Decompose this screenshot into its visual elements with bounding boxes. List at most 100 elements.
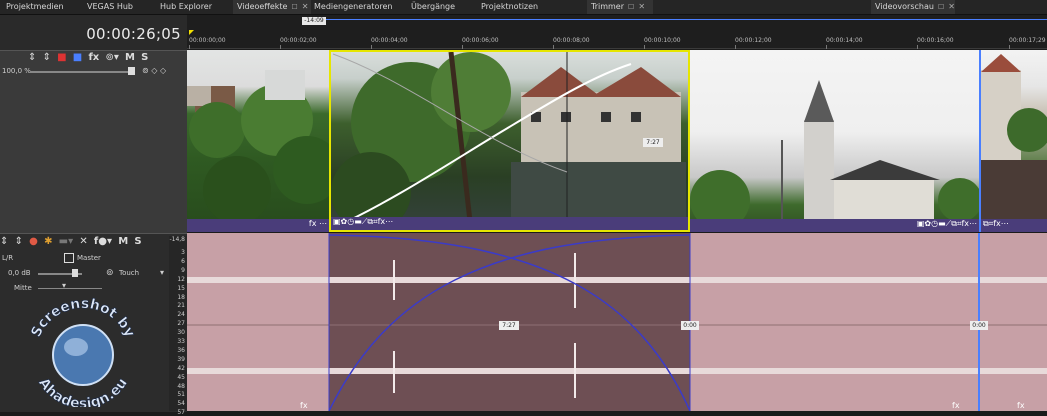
float-window-icon[interactable]: ☐ bbox=[291, 3, 297, 11]
video-clip-4[interactable]: ⧉⌗fx⋯ bbox=[979, 50, 1047, 232]
fx-icon[interactable]: f●▾ bbox=[94, 236, 112, 247]
ruler-tick-mark bbox=[917, 45, 918, 49]
clip-tools-icons[interactable]: ▣✿◷▬⟋⧉⌗fx⋯ bbox=[917, 219, 977, 229]
db-scale-label: 6 bbox=[181, 257, 185, 265]
compositing-mode-icon[interactable]: ⊚▾ bbox=[105, 52, 118, 63]
ruler-tick-label: 00:00:10;00 bbox=[644, 37, 681, 44]
collapse-track-icon[interactable]: ⇕ bbox=[15, 236, 23, 247]
clip-fx-icon[interactable]: fx ⋯ bbox=[309, 219, 327, 228]
ruler-tick-mark bbox=[280, 45, 281, 49]
ruler-tick-mark bbox=[462, 45, 463, 49]
audio-event-label: 0:00 bbox=[681, 321, 699, 330]
tab-videovorschau[interactable]: Videovorschau ☐ ✕ bbox=[871, 0, 955, 14]
opacity-slider[interactable] bbox=[30, 71, 134, 73]
master-bus-label[interactable]: Master bbox=[77, 254, 101, 262]
audio-track[interactable]: 7:27 0:00 0:00 fx fx fx bbox=[187, 233, 1047, 412]
ruler-tick-mark bbox=[644, 45, 645, 49]
clip-tools-icons[interactable]: ▣✿◷▬⟋⧉⌗fx⋯ bbox=[333, 217, 393, 227]
track-motion-icon[interactable]: ■ bbox=[57, 52, 66, 63]
collapse-track-icon[interactable]: ⇕ bbox=[43, 52, 51, 63]
input-monitor-icon[interactable]: ✱ bbox=[44, 236, 52, 247]
db-scale-label: 48 bbox=[177, 382, 185, 390]
tab-videoeffekte-label: Videoeffekte bbox=[237, 2, 288, 11]
close-icon[interactable]: ✕ bbox=[302, 2, 309, 11]
automation-icon[interactable]: ⊚ bbox=[106, 268, 114, 278]
db-scale-label: 54 bbox=[177, 400, 185, 408]
db-scale-label: 39 bbox=[177, 355, 185, 363]
db-scale-label: 27 bbox=[177, 320, 185, 328]
timecode-display[interactable]: 00:00:26;05 bbox=[86, 25, 181, 43]
tab-uebergaenge[interactable]: Übergänge bbox=[411, 0, 455, 14]
clip-fx-icon[interactable]: fx bbox=[300, 401, 308, 410]
volume-value[interactable]: 0,0 dB bbox=[8, 269, 31, 277]
ruler-tick-label: 00:00:04;00 bbox=[371, 37, 408, 44]
ruler-tick-label: 00:00:06;00 bbox=[462, 37, 499, 44]
db-scale-label: 33 bbox=[177, 338, 185, 345]
video-track[interactable]: fx ⋯ 7:27 ▣✿◷▬⟋⧉⌗fx⋯ ▣✿◷▬⟋⧉⌗fx⋯ ⧉⌗fx⋯ bbox=[187, 50, 1047, 232]
video-clip-1[interactable]: fx ⋯ bbox=[187, 50, 329, 232]
compositing-icon[interactable]: ■ bbox=[73, 52, 82, 63]
phase-invert-icon[interactable]: ✕ bbox=[79, 236, 87, 247]
tab-vegas-hub[interactable]: VEGAS Hub bbox=[87, 0, 133, 14]
fx-icon[interactable]: fx bbox=[88, 52, 99, 63]
db-scale-label: 3 bbox=[181, 249, 185, 256]
tab-projektmedien[interactable]: Projektmedien bbox=[6, 0, 64, 14]
opacity-value[interactable]: 100,0 % bbox=[2, 67, 31, 75]
tab-videoeffekte[interactable]: Videoeffekte ☐ ✕ bbox=[233, 0, 311, 14]
ruler-tick-label: 00:00:14;00 bbox=[826, 37, 863, 44]
expand-track-icon[interactable]: ⇕ bbox=[28, 52, 36, 63]
audio-waveform bbox=[187, 233, 1047, 412]
db-scale-label: 36 bbox=[177, 346, 185, 354]
record-arm-icon[interactable]: ● bbox=[29, 236, 38, 247]
float-window-icon[interactable]: ☐ bbox=[628, 3, 634, 11]
clip-1-toolbar[interactable]: fx ⋯ bbox=[187, 219, 329, 232]
tab-trimmer[interactable]: Trimmer ☐ ✕ bbox=[587, 0, 653, 14]
ruler-tick-mark bbox=[1009, 45, 1010, 49]
ruler-tick-mark bbox=[735, 45, 736, 49]
ruler-tick-label: 00:00:17;29 bbox=[1009, 37, 1046, 44]
watermark-logo: Screenshot by Ahadesign.eu bbox=[18, 285, 148, 413]
clip-2-toolbar[interactable]: ▣✿◷▬⟋⧉⌗fx⋯ bbox=[331, 217, 688, 230]
playhead-marker[interactable]: -14:09 bbox=[302, 17, 326, 25]
automation-mode-label[interactable]: Touch bbox=[119, 269, 139, 277]
db-scale-label: 45 bbox=[177, 373, 185, 381]
db-scale-label: 57 bbox=[177, 409, 185, 416]
video-clip-3[interactable]: ▣✿◷▬⟋⧉⌗fx⋯ bbox=[690, 50, 979, 232]
tab-mediengeneratoren[interactable]: Mediengeneratoren bbox=[314, 0, 392, 14]
mute-button[interactable]: M bbox=[118, 236, 128, 247]
cart-icon[interactable]: ▬▾ bbox=[59, 236, 73, 247]
float-window-icon[interactable]: ☐ bbox=[938, 3, 944, 11]
clip-4-toolbar[interactable]: ⧉⌗fx⋯ bbox=[981, 219, 1047, 232]
volume-slider-handle[interactable] bbox=[72, 269, 78, 277]
opacity-slider-handle[interactable] bbox=[128, 67, 135, 75]
ruler-tick-mark bbox=[371, 45, 372, 49]
ruler-tick-label: 00:00:02;00 bbox=[280, 37, 317, 44]
track-options-icons[interactable]: ⊚ ◇ ◇ bbox=[142, 66, 166, 75]
tab-trimmer-label: Trimmer bbox=[591, 2, 625, 11]
loop-region-bar[interactable] bbox=[318, 19, 1047, 20]
ruler-tick-mark bbox=[826, 45, 827, 49]
solo-button[interactable]: S bbox=[134, 236, 141, 247]
expand-track-icon[interactable]: ⇕ bbox=[0, 236, 8, 247]
clip-3-toolbar[interactable]: ▣✿◷▬⟋⧉⌗fx⋯ bbox=[690, 219, 979, 232]
tab-projektnotizen[interactable]: Projektnotizen bbox=[481, 0, 538, 14]
solo-button[interactable]: S bbox=[141, 52, 148, 63]
video-clip-2[interactable]: 7:27 ▣✿◷▬⟋⧉⌗fx⋯ bbox=[329, 50, 690, 232]
chevron-down-icon[interactable]: ▾ bbox=[160, 268, 164, 277]
mute-button[interactable]: M bbox=[125, 52, 135, 63]
db-scale-label: 18 bbox=[177, 293, 185, 301]
video-track-header[interactable]: ⇕ ⇕ ■ ■ fx ⊚▾ M S 100,0 % ⊚ ◇ ◇ bbox=[0, 50, 187, 233]
tab-hub-explorer[interactable]: Hub Explorer bbox=[160, 0, 212, 14]
master-bus-icon[interactable] bbox=[64, 253, 74, 263]
clip-fx-icon[interactable]: fx bbox=[1017, 401, 1025, 410]
window-tab-bar: Projektmedien VEGAS Hub Hub Explorer Vid… bbox=[0, 0, 1047, 15]
timecode-panel: 00:00:26;05 bbox=[0, 15, 187, 50]
clip-fx-icon[interactable]: fx bbox=[952, 401, 960, 410]
close-icon[interactable]: ✕ bbox=[638, 2, 645, 11]
db-scale-label: 15 bbox=[177, 284, 185, 292]
ruler-tick-label: 00:00:08;00 bbox=[553, 37, 590, 44]
close-icon[interactable]: ✕ bbox=[948, 2, 955, 11]
clip-3-thumbnail bbox=[690, 80, 979, 230]
db-scale-label: 30 bbox=[177, 329, 185, 337]
clip-tools-icons[interactable]: ⧉⌗fx⋯ bbox=[983, 219, 1009, 229]
